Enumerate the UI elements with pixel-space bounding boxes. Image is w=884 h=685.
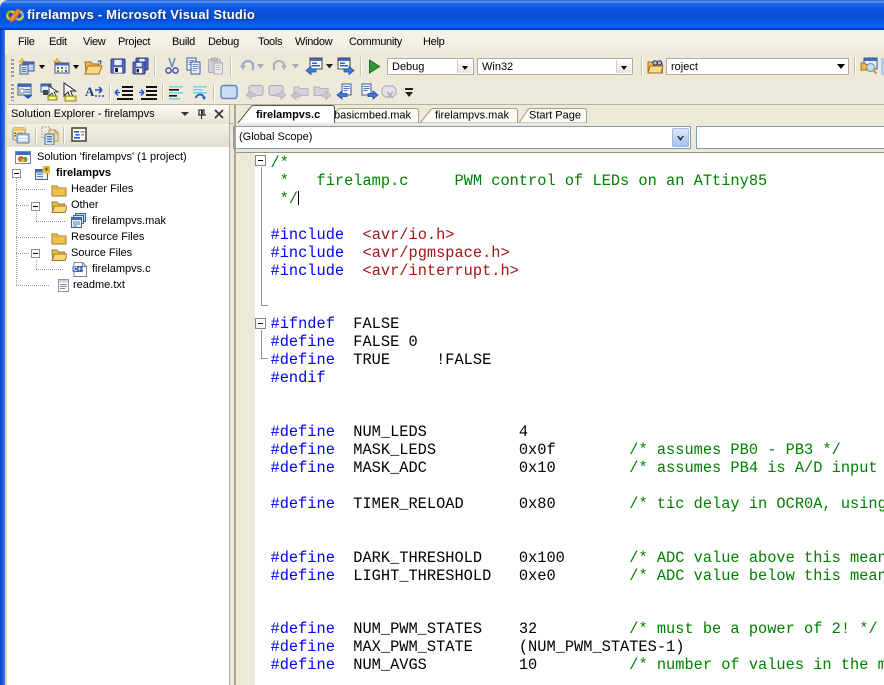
svg-text:A: A bbox=[85, 84, 95, 99]
svg-text:basicmbed.mak: basicmbed.mak bbox=[334, 110, 412, 122]
svg-text:C++: C++ bbox=[73, 266, 85, 273]
svg-text:firelampvs.mak: firelampvs.mak bbox=[435, 110, 509, 122]
svg-text:Start Page: Start Page bbox=[529, 110, 581, 122]
svg-text:firelampvs.c: firelampvs.c bbox=[256, 109, 320, 121]
